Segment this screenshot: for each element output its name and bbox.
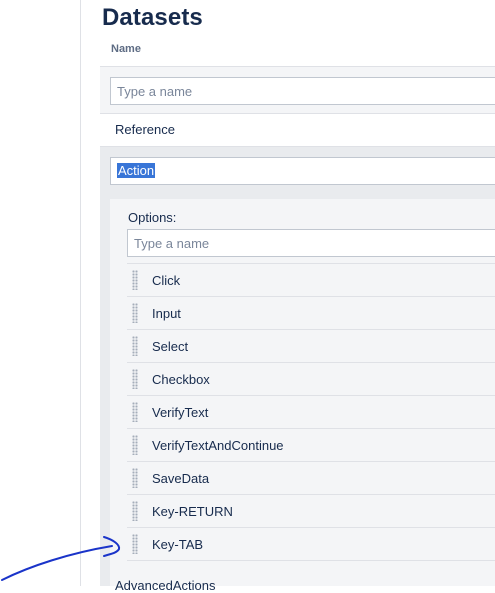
option-item-checkbox[interactable]: Checkbox — [127, 363, 495, 396]
option-label: Checkbox — [152, 371, 210, 387]
drag-handle-icon[interactable] — [132, 435, 138, 455]
option-label: Select — [152, 338, 189, 354]
page-title: Datasets — [102, 4, 203, 31]
option-item-click[interactable]: Click — [127, 264, 495, 297]
action-name-input[interactable]: Action — [110, 157, 495, 185]
main-content: Datasets Name Reference Action Options: … — [81, 0, 495, 586]
option-item-key-tab[interactable]: Key-TAB — [127, 528, 495, 561]
left-pane — [0, 0, 81, 586]
option-item-input[interactable]: Input — [127, 297, 495, 330]
name-label: Name — [111, 43, 141, 55]
action-name-value: Action — [117, 163, 156, 178]
option-label: Click — [152, 272, 181, 288]
drag-handle-icon[interactable] — [132, 369, 138, 389]
drag-handle-icon[interactable] — [132, 336, 138, 356]
option-item-savedata[interactable]: SaveData — [127, 462, 495, 495]
name-input[interactable] — [110, 77, 495, 105]
option-item-verifytext[interactable]: VerifyText — [127, 396, 495, 429]
drag-handle-icon[interactable] — [132, 468, 138, 488]
drag-handle-icon[interactable] — [132, 402, 138, 422]
action-section: Action Options: Click Input Select — [100, 146, 495, 586]
option-label: VerifyText — [152, 404, 209, 420]
option-label: Input — [152, 305, 181, 321]
drag-handle-icon[interactable] — [132, 534, 138, 554]
drag-handle-icon[interactable] — [132, 501, 138, 521]
reference-label: Reference — [115, 122, 175, 137]
options-label: Options: — [128, 210, 177, 225]
option-label: VerifyTextAndContinue — [152, 437, 284, 453]
option-label: Key-TAB — [152, 536, 204, 552]
option-label: Key-RETURN — [152, 503, 233, 519]
drag-handle-icon[interactable] — [132, 270, 138, 290]
options-input[interactable] — [127, 229, 495, 257]
drag-handle-icon[interactable] — [132, 303, 138, 323]
option-item-key-return[interactable]: Key-RETURN — [127, 495, 495, 528]
options-list: Click Input Select Checkbox VerifyText V… — [127, 263, 495, 561]
option-item-verifytextandcontinue[interactable]: VerifyTextAndContinue — [127, 429, 495, 462]
options-panel: Options: Click Input Select Checkbox — [110, 199, 495, 586]
name-section — [100, 66, 495, 114]
option-item-select[interactable]: Select — [127, 330, 495, 363]
option-label: SaveData — [152, 470, 210, 486]
